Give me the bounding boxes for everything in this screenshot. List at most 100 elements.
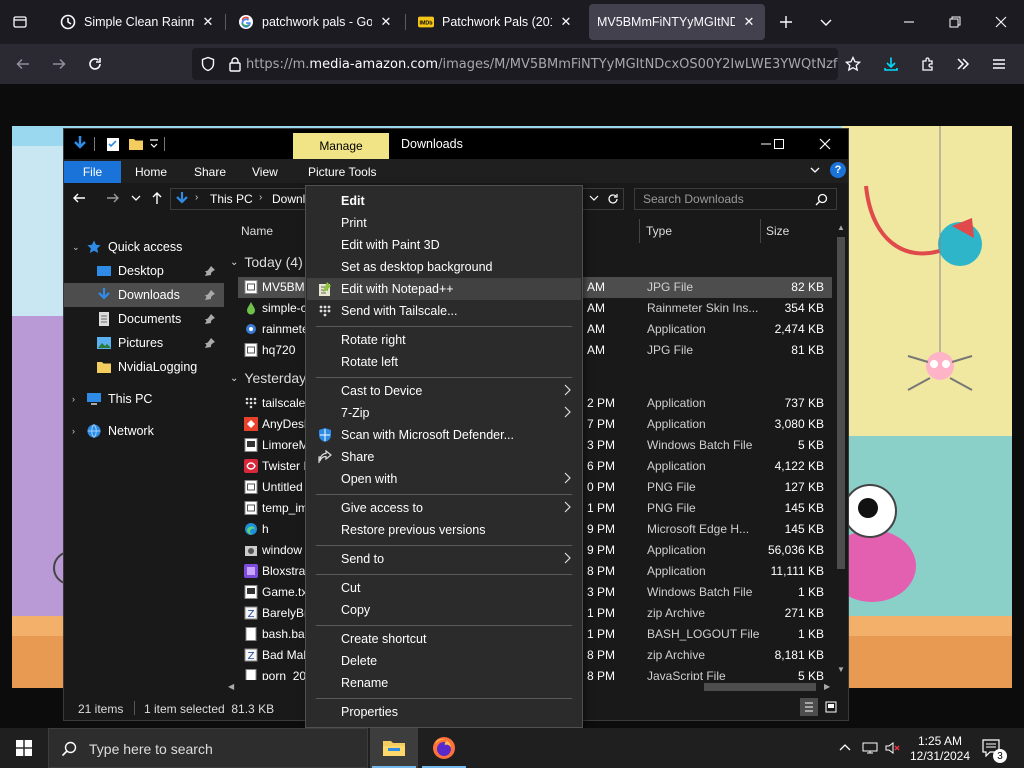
- sidebar-item-network[interactable]: › Network: [72, 419, 228, 443]
- menu-item-edit[interactable]: Edit: [307, 190, 581, 212]
- scrollbar-thumb[interactable]: [837, 237, 845, 569]
- menu-item-send-to[interactable]: Send to: [307, 548, 581, 570]
- search-box[interactable]: Search Downloads: [634, 188, 837, 210]
- start-button[interactable]: [0, 728, 48, 768]
- help-icon[interactable]: ?: [830, 162, 846, 178]
- refresh-icon[interactable]: [607, 192, 619, 206]
- back-button[interactable]: [8, 49, 38, 79]
- sidebar-item-nvidialogging[interactable]: NvidiaLogging: [96, 355, 252, 379]
- menu-item-rename[interactable]: Rename: [307, 672, 581, 694]
- pin-icon[interactable]: [204, 337, 216, 349]
- large-icons-view-icon[interactable]: [822, 698, 840, 716]
- restore-button[interactable]: [940, 7, 970, 37]
- ribbon-tab-file[interactable]: File: [64, 161, 121, 183]
- scroll-up-icon[interactable]: ▲: [837, 223, 845, 232]
- network-icon[interactable]: [862, 740, 878, 756]
- details-view-icon[interactable]: [800, 698, 818, 716]
- reload-button[interactable]: [80, 49, 110, 79]
- pin-icon[interactable]: [204, 289, 216, 301]
- address-dropdown-icon[interactable]: [589, 193, 599, 203]
- back-arrow-icon[interactable]: [72, 191, 86, 205]
- clock-time[interactable]: 1:25 AM: [905, 734, 975, 748]
- menu-item-copy[interactable]: Copy: [307, 599, 581, 621]
- sidebar-item-desktop[interactable]: Desktop: [96, 259, 252, 283]
- downloads-icon[interactable]: [876, 49, 906, 79]
- menu-item-restore-versions[interactable]: Restore previous versions: [307, 519, 581, 541]
- ribbon-tab-home[interactable]: Home: [135, 161, 167, 183]
- close-icon[interactable]: ✕: [558, 14, 574, 30]
- address-bar[interactable]: https://m.media-amazon.com/images/M/MV5B…: [192, 48, 838, 80]
- chevron-right-icon[interactable]: ›: [72, 426, 86, 436]
- sidebar-item-this-pc[interactable]: › This PC: [72, 387, 228, 411]
- forward-button[interactable]: [44, 49, 74, 79]
- group-header-yesterday[interactable]: ⌄ Yesterday: [230, 370, 306, 386]
- browser-tab-1[interactable]: patchwork pals - Google ✕: [230, 4, 402, 40]
- close-icon[interactable]: ✕: [200, 14, 216, 30]
- menu-item-rotate-left[interactable]: Rotate left: [307, 351, 581, 373]
- sidebar-item-documents[interactable]: Documents: [96, 307, 252, 331]
- group-header-today[interactable]: ⌄ Today (4): [230, 254, 303, 270]
- overflow-menu-icon[interactable]: [948, 49, 978, 79]
- menu-item-print[interactable]: Print: [307, 212, 581, 234]
- breadcrumb-downloads[interactable]: Downl: [272, 192, 305, 206]
- menu-item-open-with[interactable]: Open with: [307, 468, 581, 490]
- forward-arrow-icon[interactable]: [106, 191, 120, 205]
- shield-icon[interactable]: [200, 56, 216, 72]
- column-header-size[interactable]: Size: [766, 224, 789, 238]
- recent-locations-icon[interactable]: [131, 193, 141, 203]
- lock-icon[interactable]: [228, 56, 242, 72]
- hamburger-menu-icon[interactable]: [984, 49, 1014, 79]
- maximize-button[interactable]: [764, 131, 794, 157]
- pin-icon[interactable]: [204, 265, 216, 277]
- menu-item-cut[interactable]: Cut: [307, 577, 581, 599]
- scrollbar-thumb[interactable]: [704, 683, 816, 691]
- menu-item-rotate-right[interactable]: Rotate right: [307, 329, 581, 351]
- minimize-button[interactable]: [894, 7, 924, 37]
- browser-tab-3[interactable]: MV5BMmFiNTYyMGItNDcxOS00Y2IwLWE3YWQtNzf …: [589, 4, 765, 40]
- scroll-left-icon[interactable]: ◀: [228, 682, 234, 691]
- sidebar-item-pictures[interactable]: Pictures: [96, 331, 252, 355]
- chevron-down-icon[interactable]: ⌄: [72, 242, 86, 253]
- menu-item-properties[interactable]: Properties: [307, 701, 581, 723]
- tab-overview-icon[interactable]: [5, 7, 35, 37]
- menu-item-delete[interactable]: Delete: [307, 650, 581, 672]
- column-header-name[interactable]: Name: [241, 224, 273, 238]
- close-icon[interactable]: ✕: [741, 14, 757, 30]
- clock-date[interactable]: 12/31/2024: [905, 749, 975, 763]
- menu-item-7zip[interactable]: 7-Zip: [307, 402, 581, 424]
- menu-item-scan-defender[interactable]: Scan with Microsoft Defender...: [307, 424, 581, 446]
- taskbar-search-box[interactable]: Type here to search: [48, 728, 368, 768]
- breadcrumb-this-pc[interactable]: This PC: [210, 192, 253, 206]
- menu-item-edit-notepadpp[interactable]: Edit with Notepad++: [307, 278, 581, 300]
- browser-tab-2[interactable]: IMDb Patchwork Pals (2016) ✕: [410, 4, 582, 40]
- menu-item-share[interactable]: Share: [307, 446, 581, 468]
- sidebar-item-quick-access[interactable]: ⌄ Quick access: [72, 235, 228, 259]
- menu-item-create-shortcut[interactable]: Create shortcut: [307, 628, 581, 650]
- close-icon[interactable]: ✕: [378, 14, 394, 30]
- close-window-button[interactable]: [986, 7, 1016, 37]
- scroll-right-icon[interactable]: ▶: [824, 682, 830, 691]
- taskbar-firefox[interactable]: [420, 728, 468, 768]
- bookmark-star-icon[interactable]: [838, 49, 868, 79]
- sidebar-item-downloads[interactable]: Downloads: [96, 283, 252, 307]
- extensions-icon[interactable]: [913, 49, 943, 79]
- ribbon-tab-view[interactable]: View: [252, 161, 278, 183]
- browser-tab-0[interactable]: Simple Clean Rainmeter ✕: [52, 4, 224, 40]
- volume-muted-icon[interactable]: [884, 740, 900, 756]
- column-header-type[interactable]: Type: [646, 224, 672, 238]
- new-tab-button[interactable]: [771, 7, 801, 37]
- pin-icon[interactable]: [204, 313, 216, 325]
- chevron-up-icon[interactable]: [838, 741, 852, 755]
- taskbar-file-explorer[interactable]: [370, 728, 418, 768]
- menu-item-cast-to-device[interactable]: Cast to Device: [307, 380, 581, 402]
- manage-contextual-tab[interactable]: Manage: [293, 133, 389, 159]
- ribbon-tab-picture-tools[interactable]: Picture Tools: [308, 161, 376, 183]
- close-window-button[interactable]: [810, 131, 840, 157]
- search-icon[interactable]: [815, 193, 828, 206]
- vertical-scrollbar[interactable]: ▲ ▼: [834, 219, 848, 679]
- properties-icon[interactable]: [106, 136, 120, 152]
- new-folder-icon[interactable]: [128, 136, 144, 152]
- menu-item-set-desktop-background[interactable]: Set as desktop background: [307, 256, 581, 278]
- chevron-down-icon[interactable]: [811, 7, 841, 37]
- menu-item-give-access[interactable]: Give access to: [307, 497, 581, 519]
